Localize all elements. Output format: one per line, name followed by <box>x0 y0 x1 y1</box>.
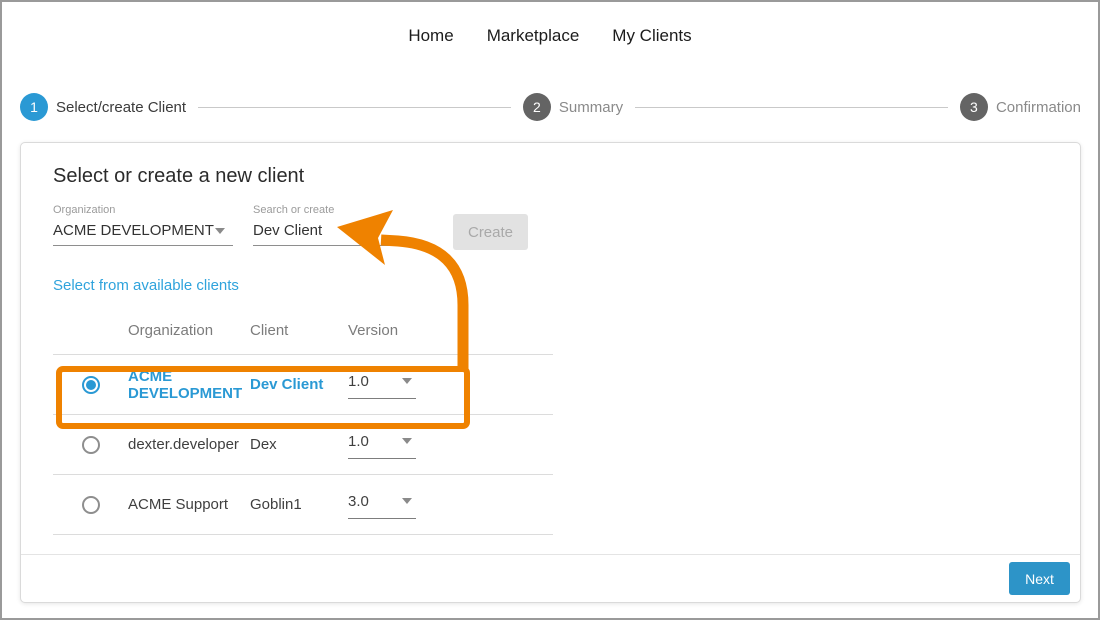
nav-item-my-clients[interactable]: My Clients <box>612 26 691 45</box>
page: { "nav": { "items": [ { "label": "Home" … <box>0 0 1100 620</box>
stepper-line <box>635 107 948 108</box>
step-1-label: Select/create Client <box>56 99 186 116</box>
client-column-header: Client <box>250 322 348 339</box>
organization-column-header: Organization <box>128 322 250 339</box>
step-confirmation: 3 Confirmation <box>960 93 1081 121</box>
step-2-circle: 2 <box>523 93 551 121</box>
step-2-label: Summary <box>559 99 623 116</box>
row-client: Dex <box>250 436 348 453</box>
client-radio[interactable] <box>82 376 100 394</box>
client-selection-panel: Select or create a new client Organizati… <box>20 142 1081 603</box>
client-row-acme-development[interactable]: ACME DEVELOPMENT Dev Client 1.0 <box>53 355 553 415</box>
search-or-create-label: Search or create <box>253 204 433 219</box>
next-button[interactable]: Next <box>1009 562 1070 595</box>
step-1-circle: 1 <box>20 93 48 121</box>
step-3-label: Confirmation <box>996 99 1081 116</box>
row-organization: ACME Support <box>128 496 250 513</box>
select-available-clients-link[interactable]: Select from available clients <box>53 277 239 294</box>
client-row-acme-support[interactable]: ACME Support Goblin1 3.0 <box>53 475 553 535</box>
row-client: Goblin1 <box>250 496 348 513</box>
row-organization: dexter.developer <box>128 436 250 453</box>
version-select[interactable]: 3.0 <box>348 491 416 519</box>
version-value: 1.0 <box>348 433 369 450</box>
chevron-down-icon <box>402 378 412 384</box>
table-header-row: Organization Client Version <box>53 307 553 355</box>
panel-title: Select or create a new client <box>53 165 1080 188</box>
row-client: Dev Client <box>250 376 348 393</box>
clients-table: Organization Client Version ACME DEVELOP… <box>53 307 553 535</box>
row-organization: ACME DEVELOPMENT <box>128 368 250 402</box>
version-select[interactable]: 1.0 <box>348 431 416 459</box>
step-summary: 2 Summary <box>523 93 623 121</box>
step-3-circle: 3 <box>960 93 988 121</box>
version-value: 1.0 <box>348 373 369 390</box>
create-button[interactable]: Create <box>453 214 528 250</box>
version-select[interactable]: 1.0 <box>348 371 416 399</box>
client-row-dexter-developer[interactable]: dexter.developer Dex 1.0 <box>53 415 553 475</box>
nav-item-home[interactable]: Home <box>408 26 453 45</box>
version-column-header: Version <box>348 322 553 339</box>
top-nav: Home Marketplace My Clients <box>2 2 1098 46</box>
panel-footer: Next <box>21 554 1080 602</box>
client-form-row: Organization ACME DEVELOPMENT Search or … <box>53 204 1080 250</box>
organization-select-value: ACME DEVELOPMENT <box>53 222 214 239</box>
wizard-stepper: 1 Select/create Client 2 Summary 3 Confi… <box>20 93 1081 121</box>
search-or-create-input[interactable] <box>253 219 433 246</box>
nav-item-marketplace[interactable]: Marketplace <box>487 26 580 45</box>
client-radio[interactable] <box>82 496 100 514</box>
organization-select[interactable]: ACME DEVELOPMENT <box>53 219 233 246</box>
chevron-down-icon <box>402 498 412 504</box>
organization-label: Organization <box>53 204 233 219</box>
client-radio[interactable] <box>82 436 100 454</box>
stepper-line <box>198 107 511 108</box>
search-or-create-field: Search or create <box>253 204 433 246</box>
chevron-down-icon <box>215 228 225 234</box>
organization-field: Organization ACME DEVELOPMENT <box>53 204 233 246</box>
step-select-create-client: 1 Select/create Client <box>20 93 186 121</box>
chevron-down-icon <box>402 438 412 444</box>
version-value: 3.0 <box>348 493 369 510</box>
